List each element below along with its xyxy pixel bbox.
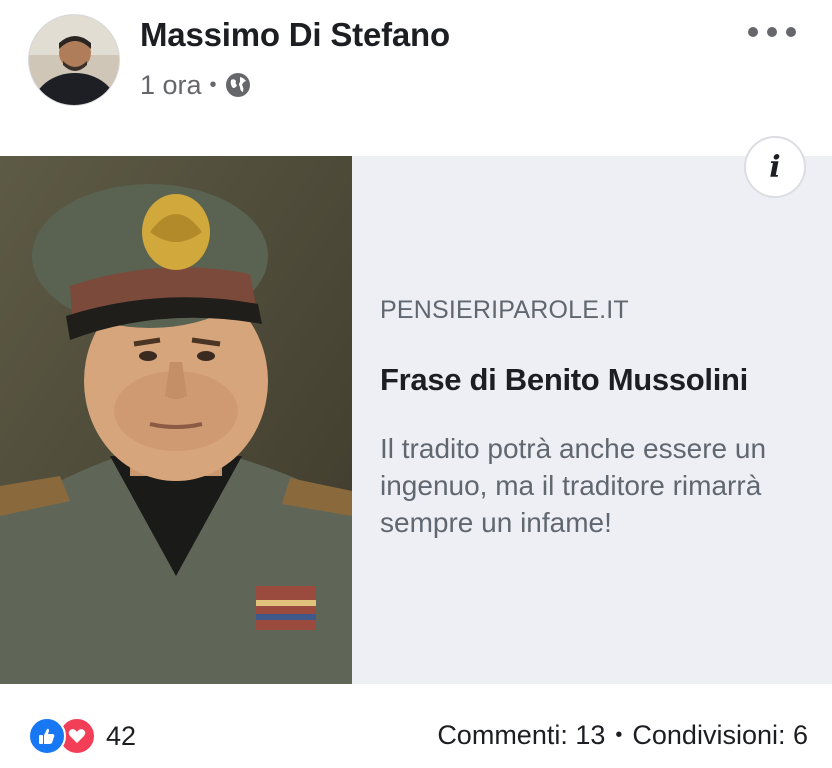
shares-count[interactable]: Condivisioni: 6 bbox=[632, 720, 808, 751]
info-icon[interactable]: i bbox=[744, 136, 806, 198]
link-thumbnail bbox=[0, 156, 352, 684]
comments-count[interactable]: Commenti: 13 bbox=[437, 720, 605, 751]
link-domain: PENSIERIPAROLE.IT bbox=[380, 296, 629, 324]
like-reaction-icon bbox=[28, 717, 66, 755]
post-meta: 1 ora • bbox=[140, 68, 251, 102]
avatar[interactable] bbox=[28, 14, 120, 106]
link-preview-card[interactable]: i PENSIERIPAROLE.IT Frase di Benito Muss… bbox=[0, 136, 832, 684]
reaction-count: 42 bbox=[106, 720, 137, 751]
stats-separator: • bbox=[615, 724, 623, 746]
post-stats: Commenti: 13 • Condivisioni: 6 bbox=[437, 720, 808, 751]
reactions-summary[interactable]: 42 bbox=[28, 716, 136, 756]
meta-separator: • bbox=[209, 73, 217, 96]
author-name[interactable]: Massimo Di Stefano bbox=[140, 16, 450, 54]
avatar-photo bbox=[29, 15, 119, 105]
link-description: Il tradito potrà anche essere un ingenuo… bbox=[380, 433, 767, 538]
post-footer: 42 Commenti: 13 • Condivisioni: 6 bbox=[0, 700, 832, 768]
more-options-icon[interactable] bbox=[748, 18, 796, 46]
link-title[interactable]: Frase di Benito Mussolini bbox=[380, 362, 748, 398]
post-time[interactable]: 1 ora bbox=[140, 70, 202, 101]
globe-icon bbox=[225, 73, 250, 97]
post-header: Massimo Di Stefano 1 ora • bbox=[0, 0, 832, 150]
portrait-image bbox=[0, 156, 352, 684]
